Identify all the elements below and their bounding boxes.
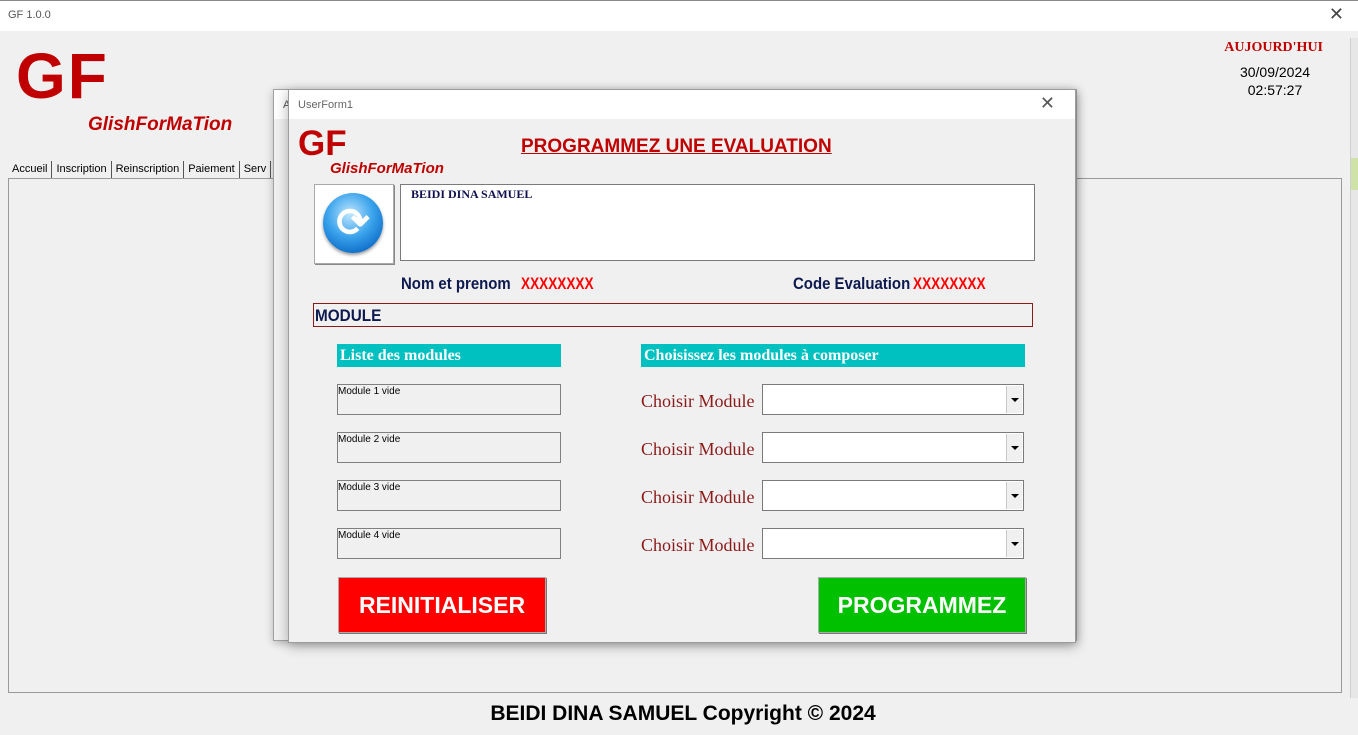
tab-inscription[interactable]: Inscription — [52, 161, 112, 178]
today-date: 30/09/2024 — [1239, 64, 1311, 80]
module-4-box: Module 4 vide — [337, 528, 561, 559]
tab-paiement[interactable]: Paiement — [184, 161, 240, 178]
nom-prenom-label: Nom et prenom — [401, 274, 511, 293]
choose-module-1-label: Choisir Module — [641, 391, 755, 411]
choose-modules-header: Choisissez les modules à composer — [641, 344, 1025, 367]
window-close-icon[interactable]: ✕ — [1329, 4, 1344, 25]
code-evaluation-value: XXXXXXXX — [913, 274, 986, 293]
choose-module-2-select[interactable] — [762, 432, 1024, 463]
dialog-logo: GF — [298, 124, 347, 163]
module-section-frame: MODULE — [313, 303, 1033, 327]
module-2-label: Module 2 vide — [338, 434, 401, 445]
programmez-button[interactable]: PROGRAMMEZ — [818, 577, 1026, 633]
choose-module-1-select[interactable] — [762, 384, 1024, 415]
choose-module-3-label: Choisir Module — [641, 487, 755, 507]
window-title: GF 1.0.0 — [8, 9, 51, 21]
chevron-down-icon[interactable] — [1006, 434, 1022, 461]
app-brand-name: GlishForMaTion — [88, 114, 233, 135]
side-panel-highlight — [1351, 158, 1358, 190]
module-4-label: Module 4 vide — [338, 530, 401, 541]
main-tabs: Accueil Inscription Reinscription Paieme… — [8, 160, 272, 178]
choose-module-3-select[interactable] — [762, 480, 1024, 511]
tab-accueil[interactable]: Accueil — [8, 161, 53, 178]
today-time: 02:57:27 — [1247, 82, 1303, 98]
today-label: AUJOURD'HUI — [1224, 40, 1323, 55]
dialog-heading: PROGRAMMEZ UNE EVALUATION — [521, 136, 832, 157]
nom-prenom-value: XXXXXXXX — [521, 274, 594, 293]
chevron-down-icon[interactable] — [1006, 386, 1022, 413]
refresh-icon: ⟳ — [323, 193, 383, 253]
module-1-box: Module 1 vide — [337, 384, 561, 415]
window-titlebar: GF 1.0.0 ✕ — [0, 0, 1358, 31]
module-1-label: Module 1 vide — [338, 386, 401, 397]
tab-services[interactable]: Serv — [240, 161, 272, 178]
app-logo: GF — [16, 40, 109, 112]
userform-dialog: UserForm1 ✕ GF GlishForMaTion PROGRAMMEZ… — [288, 89, 1076, 643]
side-panel-edge — [1350, 38, 1358, 698]
chevron-down-icon[interactable] — [1006, 482, 1022, 509]
choose-module-2-label: Choisir Module — [641, 439, 755, 459]
module-list-header: Liste des modules — [337, 344, 561, 367]
module-3-label: Module 3 vide — [338, 482, 401, 493]
choose-module-4-label: Choisir Module — [641, 535, 755, 555]
dialog-title: UserForm1 — [298, 99, 354, 111]
footer-copyright: BEIDI DINA SAMUEL Copyright © 2024 — [490, 702, 876, 725]
refresh-button[interactable]: ⟳ — [314, 184, 394, 264]
choose-module-4-select[interactable] — [762, 528, 1024, 559]
student-name: BEIDI DINA SAMUEL — [411, 187, 533, 201]
tab-reinscription[interactable]: Reinscription — [112, 161, 185, 178]
chevron-down-icon[interactable] — [1006, 530, 1022, 557]
dialog-titlebar: UserForm1 ✕ — [289, 90, 1075, 119]
student-name-box: BEIDI DINA SAMUEL — [400, 184, 1035, 261]
module-3-box: Module 3 vide — [337, 480, 561, 511]
code-evaluation-label: Code Evaluation — [793, 274, 911, 293]
module-2-box: Module 2 vide — [337, 432, 561, 463]
window-border — [0, 0, 1358, 1]
reset-button[interactable]: REINITIALISER — [338, 577, 546, 633]
dialog-brand-name: GlishForMaTion — [330, 160, 444, 177]
module-section-title: MODULE — [315, 306, 382, 325]
dialog-close-icon[interactable]: ✕ — [1040, 93, 1055, 114]
